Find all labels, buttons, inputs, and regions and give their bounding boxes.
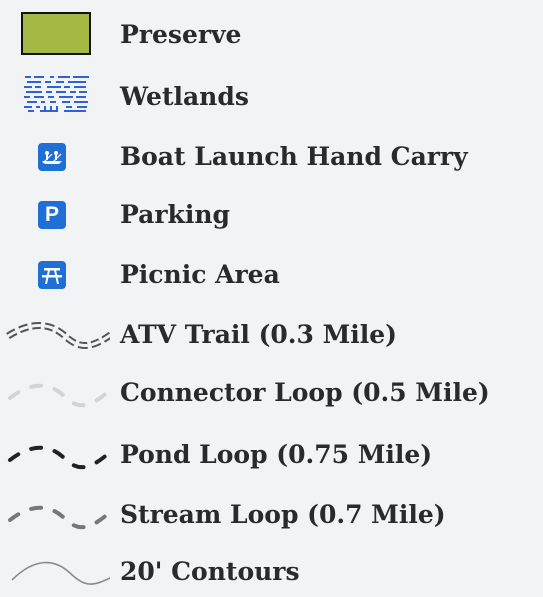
- legend-label: Picnic Area: [120, 260, 280, 289]
- legend-item-stream-loop: Stream Loop (0.7 Mile): [0, 490, 543, 540]
- legend-label: Boat Launch Hand Carry: [120, 142, 468, 171]
- legend-item-picnic-area: Picnic Area: [0, 250, 543, 300]
- legend-item-boat-launch: Boat Launch Hand Carry: [0, 132, 543, 182]
- legend-item-preserve: Preserve: [0, 10, 543, 60]
- atv-trail-line-icon: [0, 310, 110, 360]
- preserve-swatch-icon: [0, 10, 110, 60]
- legend-label: 20' Contours: [120, 557, 300, 586]
- legend-item-contours: 20' Contours: [0, 547, 543, 597]
- pond-loop-line-icon: [0, 430, 110, 480]
- parking-glyph: P: [38, 201, 66, 229]
- legend-item-pond-loop: Pond Loop (0.75 Mile): [0, 430, 543, 480]
- legend-item-connector-loop: Connector Loop (0.5 Mile): [0, 368, 543, 418]
- legend-label: Stream Loop (0.7 Mile): [120, 500, 446, 529]
- picnic-table-icon: [0, 250, 110, 300]
- legend-label: Connector Loop (0.5 Mile): [120, 378, 490, 407]
- legend-label: Wetlands: [120, 82, 249, 111]
- legend-item-atv-trail: ATV Trail (0.3 Mile): [0, 310, 543, 360]
- legend-item-wetlands: Wetlands: [0, 72, 543, 122]
- map-legend: Preserve Wetlands Boat Launch Hand Carry…: [0, 0, 543, 596]
- legend-item-parking: P Parking: [0, 190, 543, 240]
- contour-line-icon: [0, 547, 110, 597]
- connector-loop-line-icon: [0, 368, 110, 418]
- stream-loop-line-icon: [0, 490, 110, 540]
- legend-label: ATV Trail (0.3 Mile): [120, 320, 398, 349]
- legend-label: Parking: [120, 200, 230, 229]
- wetlands-pattern-icon: [0, 72, 110, 122]
- legend-label: Pond Loop (0.75 Mile): [120, 440, 433, 469]
- legend-label: Preserve: [120, 20, 242, 49]
- canoe-icon: [0, 132, 110, 182]
- parking-icon: P: [0, 190, 110, 240]
